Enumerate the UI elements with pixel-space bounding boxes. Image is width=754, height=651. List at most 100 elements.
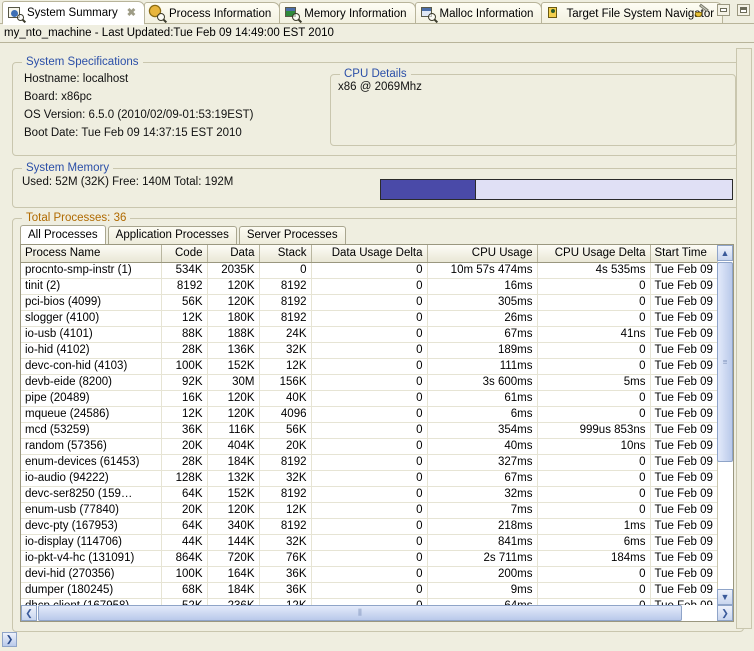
scroll-down-arrow[interactable]: ▼ (717, 589, 733, 605)
table-cell: io-hid (4102) (21, 342, 161, 358)
tab-label: Malloc Information (440, 8, 534, 20)
table-cell: 404K (207, 438, 259, 454)
table-cell: Tue Feb 09 14:37:15 E. (650, 326, 717, 342)
tab-memory-information[interactable]: Memory Information (279, 2, 415, 24)
table-cell: Tue Feb 09 14:37:33 E. (650, 598, 717, 605)
table-vertical-scrollbar[interactable]: ▲ ≡ ▼ (717, 245, 733, 605)
table-cell: 0 (537, 342, 650, 358)
table-row[interactable]: devc-ser8250 (159…64K152K8192032ms0Tue F… (21, 486, 717, 502)
scroll-right-arrow[interactable]: ❯ (717, 605, 733, 621)
table-cell: 20K (161, 502, 207, 518)
table-cell: 0 (537, 454, 650, 470)
table-cell: 4096 (259, 406, 311, 422)
table-cell: 40K (259, 390, 311, 406)
table-row[interactable]: procnto-smp-instr (1)534K2035K0010m 57s … (21, 262, 717, 278)
table-cell: Tue Feb 09 14:37:33 E. (650, 582, 717, 598)
vertical-scroll-thumb[interactable]: ≡ (717, 262, 733, 462)
table-cell: 120K (207, 502, 259, 518)
tab-server-processes[interactable]: Server Processes (239, 226, 346, 244)
close-icon[interactable]: ✖ (127, 8, 136, 19)
table-row[interactable]: pci-bios (4099)56K120K81920305ms0Tue Feb… (21, 294, 717, 310)
table-cell: 92K (161, 374, 207, 390)
table-header-row: Process NameCodeDataStackData Usage Delt… (21, 245, 717, 262)
column-header-data[interactable]: Data (207, 245, 259, 262)
table-row[interactable]: io-audio (94222)128K132K32K067ms0Tue Feb… (21, 470, 717, 486)
table-cell: 0 (537, 566, 650, 582)
table-cell: 0 (311, 278, 427, 294)
table-cell: 7ms (427, 502, 537, 518)
table-cell: io-audio (94222) (21, 470, 161, 486)
column-header-start-time[interactable]: Start Time (650, 245, 717, 262)
table-row[interactable]: dhcp.client (167958)52K236K12K064ms0Tue … (21, 598, 717, 605)
table-horizontal-scrollbar[interactable]: ❮ ⫼ ❯ (21, 605, 733, 621)
maximize-button[interactable] (737, 4, 750, 16)
table-cell: 0 (311, 486, 427, 502)
tab-malloc-information[interactable]: Malloc Information (415, 2, 543, 24)
table-cell: 184K (207, 582, 259, 598)
table-cell: Tue Feb 09 14:37:23 E. (650, 406, 717, 422)
table-cell: 32K (259, 470, 311, 486)
table-row[interactable]: pipe (20489)16K120K40K061ms0Tue Feb 09 1… (21, 390, 717, 406)
column-header-cpu-usage[interactable]: CPU Usage (427, 245, 537, 262)
table-row[interactable]: devb-eide (8200)92K30M156K03s 600ms5msTu… (21, 374, 717, 390)
table-cell: 12K (259, 598, 311, 605)
scroll-up-arrow[interactable]: ▲ (717, 245, 733, 261)
column-header-stack[interactable]: Stack (259, 245, 311, 262)
table-cell: 720K (207, 550, 259, 566)
table-row[interactable]: io-pkt-v4-hc (131091)864K720K76K02s 711m… (21, 550, 717, 566)
scroll-left-arrow[interactable]: ❮ (21, 605, 37, 621)
table-cell: 8192 (259, 454, 311, 470)
table-cell: mqueue (24586) (21, 406, 161, 422)
brush-icon[interactable] (694, 3, 710, 17)
table-row[interactable]: tinit (2)8192120K8192016ms0Tue Feb 09 14… (21, 278, 717, 294)
table-cell: 0 (537, 310, 650, 326)
table-row[interactable]: devc-con-hid (4103)100K152K12K0111ms0Tue… (21, 358, 717, 374)
table-row[interactable]: enum-devices (61453)28K184K81920327ms0Tu… (21, 454, 717, 470)
table-row[interactable]: random (57356)20K404K20K040ms10nsTue Feb… (21, 438, 717, 454)
table-cell: 3s 600ms (427, 374, 537, 390)
column-header-data-usage-delta[interactable]: Data Usage Delta (311, 245, 427, 262)
cpu-details-group: CPU Details x86 @ 2069Mhz (330, 74, 736, 146)
table-row[interactable]: slogger (4100)12K180K8192026ms0Tue Feb 0… (21, 310, 717, 326)
table-row[interactable]: io-display (114706)44K144K32K0841ms6msTu… (21, 534, 717, 550)
table-cell: 236K (207, 598, 259, 605)
table-cell: 120K (207, 406, 259, 422)
table-cell: 8192 (259, 486, 311, 502)
tab-process-information[interactable]: Process Information (144, 2, 280, 24)
process-table-container: Process NameCodeDataStackData Usage Delt… (20, 244, 734, 622)
table-cell: 999us 853ns (537, 422, 650, 438)
cpu-details-legend: CPU Details (340, 68, 411, 80)
column-header-code[interactable]: Code (161, 245, 207, 262)
table-cell: 44K (161, 534, 207, 550)
table-row[interactable]: dumper (180245)68K184K36K09ms0Tue Feb 09… (21, 582, 717, 598)
table-cell: 56K (161, 294, 207, 310)
tab-application-processes[interactable]: Application Processes (108, 226, 237, 244)
table-cell: 0 (537, 502, 650, 518)
column-header-cpu-usage-delta[interactable]: CPU Usage Delta (537, 245, 650, 262)
view-right-scrollbar[interactable] (736, 48, 752, 629)
table-cell: 67ms (427, 470, 537, 486)
table-row[interactable]: mqueue (24586)12K120K409606ms0Tue Feb 09… (21, 406, 717, 422)
tab-system-summary[interactable]: System Summary ✖ (2, 1, 145, 24)
table-cell: 32K (259, 342, 311, 358)
table-cell: 61ms (427, 390, 537, 406)
table-row[interactable]: io-hid (4102)28K136K32K0189ms0Tue Feb 09… (21, 342, 717, 358)
table-row[interactable]: enum-usb (77840)20K120K12K07ms0Tue Feb 0… (21, 502, 717, 518)
table-row[interactable]: io-usb (4101)88K188K24K067ms41nsTue Feb … (21, 326, 717, 342)
horizontal-scroll-thumb[interactable]: ⫼ (38, 605, 682, 621)
tab-all-processes[interactable]: All Processes (20, 225, 106, 244)
tab-label: Application Processes (116, 229, 229, 241)
table-cell: 10ns (537, 438, 650, 454)
table-cell: pipe (20489) (21, 390, 161, 406)
table-row[interactable]: devi-hid (270356)100K164K36K0200ms0Tue F… (21, 566, 717, 582)
table-cell: 9ms (427, 582, 537, 598)
table-cell: 1ms (537, 518, 650, 534)
table-row[interactable]: devc-pty (167953)64K340K81920218ms1msTue… (21, 518, 717, 534)
table-cell: enum-usb (77840) (21, 502, 161, 518)
table-cell: 6ms (427, 406, 537, 422)
view-scroll-right-arrow[interactable]: ❯ (2, 632, 17, 647)
table-cell: 0 (311, 342, 427, 358)
column-header-process-name[interactable]: Process Name (21, 245, 161, 262)
minimize-button[interactable] (717, 4, 730, 16)
table-row[interactable]: mcd (53259)36K116K56K0354ms999us 853nsTu… (21, 422, 717, 438)
